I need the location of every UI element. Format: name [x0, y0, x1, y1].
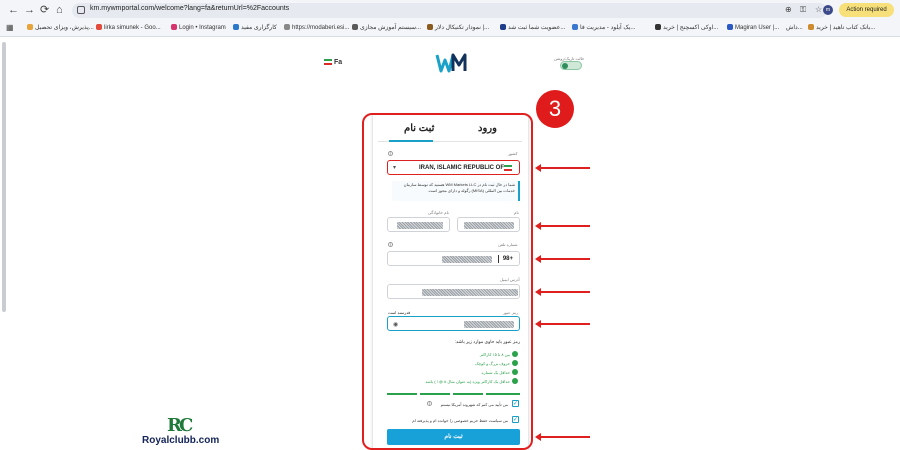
reload-icon[interactable]: ⟳ [40, 4, 49, 16]
phone-prefix: 98+ [502, 256, 513, 262]
phone-separator [498, 255, 499, 263]
bookmark-item[interactable]: سیستم آموزش مجازی... [352, 24, 421, 31]
redacted-value [464, 321, 514, 328]
language-selector[interactable]: Fa [324, 59, 342, 66]
wm-logo [435, 53, 467, 73]
browser-toolbar: ← → ⟳ ⌂ km.mywmportal.com/welcome?lang=f… [0, 0, 900, 20]
password-rules-title: رمز عبور باید حاوی موارد زیر باشد: [454, 339, 520, 344]
bookmark-item[interactable]: یک آیلود - مدیریت فا... [572, 24, 635, 31]
chevron-down-icon: ▾ [393, 165, 397, 171]
first-name-label: نام [514, 210, 519, 215]
watermark: RC Royalclubb.com [142, 415, 222, 447]
toggle-knob [562, 63, 568, 69]
bookmark-item[interactable]: اوکی اکسچنج | خرید... [655, 24, 718, 31]
back-icon[interactable]: ← [8, 4, 19, 16]
last-name-input[interactable] [387, 217, 450, 232]
info-icon[interactable]: i [427, 401, 432, 407]
page-scrollbar[interactable] [2, 42, 6, 312]
terms-text: من سیاست حفظ حریم خصوصی را خوانده ام و پ… [412, 418, 508, 423]
email-label: آدرس ایمیل [500, 277, 520, 282]
action-required-button[interactable]: Action required [839, 3, 894, 17]
annotation-arrow [535, 164, 590, 172]
bookmark-star-icon[interactable]: ☆ [815, 5, 822, 14]
annotation-arrow [535, 433, 590, 441]
active-tab-indicator [389, 140, 433, 142]
password-rule: حداقل یک شماره [481, 370, 510, 375]
watermark-logo: RC [167, 415, 193, 436]
site-info-icon[interactable] [77, 6, 85, 14]
password-key-icon[interactable]: ⚿ [800, 5, 806, 15]
annotation-arrow [535, 222, 590, 230]
url-text: km.mywmportal.com/welcome?lang=fa&return… [90, 5, 290, 12]
tab-login[interactable]: ورود [478, 123, 497, 134]
strength-bar-segment [453, 393, 483, 395]
strength-bar-segment [420, 393, 450, 395]
iran-flag-icon [504, 165, 512, 171]
password-strength-text: قدرتمند است [388, 310, 411, 315]
iran-flag-icon [324, 59, 332, 65]
annotation-arrow [535, 255, 590, 263]
annotation-arrow [535, 288, 590, 296]
eye-icon[interactable]: ◉ [393, 321, 398, 328]
zoom-icon[interactable]: ⊕ [785, 5, 792, 14]
bookmark-item[interactable]: عضویت شما ثبت شد... [500, 24, 565, 31]
redacted-value [397, 222, 443, 229]
check-circle-icon [512, 351, 518, 357]
password-input[interactable]: ◉ [387, 316, 520, 331]
password-label: رمز عبور [503, 310, 518, 315]
apps-grid-icon[interactable]: ▦ [6, 23, 14, 32]
info-icon[interactable]: i [388, 242, 393, 248]
address-bar[interactable]: km.mywmportal.com/welcome?lang=fa&return… [72, 3, 827, 18]
watermark-site: Royalclubb.com [142, 435, 220, 446]
tab-register[interactable]: ثبت نام [404, 123, 434, 134]
bookmark-item[interactable]: نمودار تکنیکال دلار |... [427, 24, 489, 31]
redacted-value [422, 289, 518, 296]
bookmark-item[interactable]: lirka simunek - Goo... [96, 24, 161, 31]
email-input[interactable] [387, 284, 520, 299]
language-label: Fa [334, 59, 343, 66]
country-label: کشور [508, 151, 518, 156]
country-value: IRAN, ISLAMIC REPUBLIC OF [419, 165, 504, 171]
forward-icon[interactable]: → [24, 4, 35, 16]
phone-label: شماره تلفن [498, 242, 518, 247]
country-select[interactable]: ▾ IRAN, ISLAMIC REPUBLIC OF [387, 160, 520, 175]
redacted-value [442, 256, 492, 263]
bookmark-item[interactable]: Login • Instagram [171, 24, 226, 31]
strength-bar-segment [387, 393, 417, 395]
password-rule: حروف بزرگ و کوچک [475, 361, 510, 366]
strength-bar-segment [486, 393, 520, 395]
redacted-value [464, 222, 514, 229]
register-submit-button[interactable]: ثبت نام [387, 429, 520, 445]
check-circle-icon [512, 360, 518, 366]
browser-chrome: ← → ⟳ ⌂ km.mywmportal.com/welcome?lang=f… [0, 0, 900, 37]
password-rule: بین ۸ تا ۱۵ کاراکتر [479, 352, 510, 357]
info-icon[interactable]: i [388, 151, 393, 157]
check-circle-icon [512, 369, 518, 375]
regulation-notice: شما در حال ثبت نام در WM Markets LLC هست… [392, 181, 520, 201]
annotation-arrow [535, 320, 590, 328]
bookmark-item[interactable]: بانک کتاب تاهید | خرید... [808, 24, 875, 31]
profile-avatar[interactable]: m [823, 5, 833, 15]
us-citizen-text: من تأیید می کنم که شهروند آمریکا نیستم [440, 402, 508, 407]
terms-checkbox[interactable]: ✓ [512, 416, 519, 423]
last-name-label: نام خانوادگی [428, 210, 449, 215]
theme-toggle[interactable] [560, 61, 582, 70]
bookmark-item[interactable]: کارگزاری مفید [233, 24, 277, 31]
bookmark-item[interactable]: https://modaberi.esi... [284, 24, 349, 31]
bookmark-item[interactable]: Magiran User |... [727, 24, 779, 31]
first-name-input[interactable] [457, 217, 520, 232]
us-citizen-checkbox[interactable]: ✓ [512, 400, 519, 407]
bookmark-item[interactable]: داش... [786, 24, 803, 31]
bookmarks-bar: ▦ بانک کتاب تاهید | خرید... داش... Magir… [0, 20, 900, 36]
home-icon[interactable]: ⌂ [56, 4, 63, 16]
bookmark-item[interactable]: پذیرش، ویزای تحصیل... [27, 24, 94, 31]
password-rule: حداقل یک کاراکتر ویژه (به عنوان مثال # @… [425, 379, 510, 384]
step-number-badge: 3 [536, 90, 574, 128]
check-circle-icon [512, 378, 518, 384]
phone-input[interactable]: 98+ [387, 251, 520, 266]
